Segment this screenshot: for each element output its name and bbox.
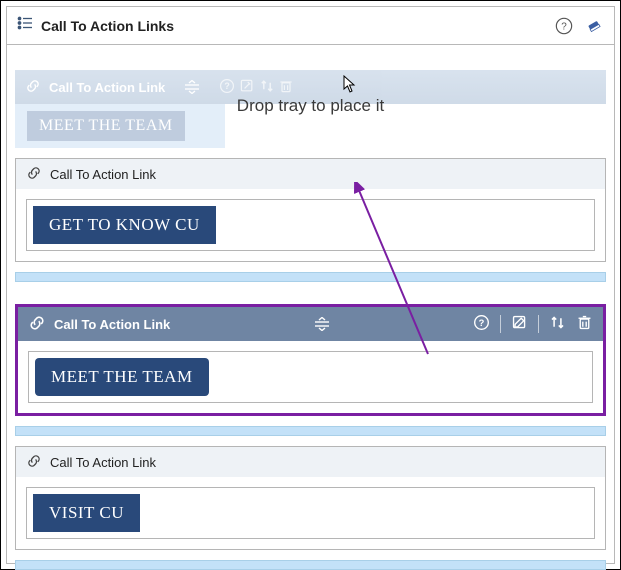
cta-card[interactable]: Call To Action Link GET TO KNOW CU [15, 158, 606, 262]
cta-card-selected[interactable]: Call To Action Link ? MEET THE TEAM [15, 304, 606, 416]
ghost-card-body: MEET THE TEAM [15, 104, 225, 148]
cta-button[interactable]: GET TO KNOW CU [33, 206, 216, 244]
ghost-card-label: Call To Action Link [49, 80, 165, 95]
cta-card-header: Call To Action Link [16, 159, 605, 189]
drop-strip[interactable] [15, 560, 606, 570]
cta-card[interactable]: Call To Action Link VISIT CU [15, 446, 606, 550]
sort-icon[interactable] [549, 314, 566, 334]
cta-card-header: Call To Action Link [16, 447, 605, 477]
cta-card-body: MEET THE TEAM [18, 341, 603, 413]
grip-icon[interactable] [311, 315, 333, 333]
cta-card-body: GET TO KNOW CU [16, 189, 605, 261]
sort-icon [259, 82, 275, 97]
drop-strip[interactable] [15, 426, 606, 436]
grip-icon [181, 78, 203, 96]
cta-card-label: Call To Action Link [54, 317, 170, 332]
help-icon[interactable]: ? [554, 16, 574, 36]
edit-icon [239, 82, 255, 97]
cta-field[interactable]: VISIT CU [26, 487, 595, 539]
drop-strip[interactable] [15, 272, 606, 282]
window-title: Call To Action Links [41, 18, 546, 34]
svg-text:?: ? [479, 318, 485, 328]
edit-icon[interactable] [511, 314, 528, 334]
cta-card-label: Call To Action Link [50, 455, 156, 470]
divider [500, 315, 501, 333]
cta-card-label: Call To Action Link [50, 167, 156, 182]
window-header: Call To Action Links ? [7, 7, 614, 45]
delete-icon [278, 82, 294, 97]
cta-field[interactable]: MEET THE TEAM [28, 351, 593, 403]
cta-button[interactable]: MEET THE TEAM [35, 358, 209, 396]
drop-target[interactable]: Call To Action Link ? MEET THE TEAM [15, 70, 606, 148]
eraser-icon[interactable] [584, 16, 604, 36]
list-icon [17, 15, 33, 36]
ghost-cta-button: MEET THE TEAM [27, 111, 185, 141]
cta-button[interactable]: VISIT CU [33, 494, 140, 532]
cta-card-header-active[interactable]: Call To Action Link ? [18, 307, 603, 341]
svg-text:?: ? [225, 81, 230, 91]
cta-card-body: VISIT CU [16, 477, 605, 549]
delete-icon[interactable] [576, 314, 593, 334]
ghost-card-header: Call To Action Link ? [15, 70, 606, 104]
svg-text:?: ? [561, 21, 567, 32]
cta-field[interactable]: GET TO KNOW CU [26, 199, 595, 251]
link-icon [26, 165, 42, 184]
help-icon[interactable]: ? [473, 314, 490, 334]
link-icon [26, 453, 42, 472]
divider [538, 315, 539, 333]
link-icon [25, 78, 41, 97]
link-icon [28, 314, 46, 335]
help-icon: ? [219, 82, 235, 97]
